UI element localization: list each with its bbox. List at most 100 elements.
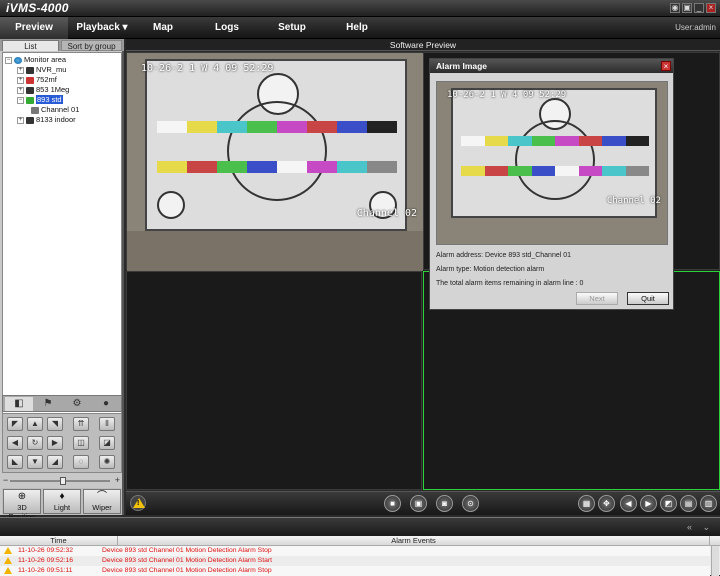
camera-feed: 10-26-2 1 W 4 09 52:29 Channel 02	[127, 53, 423, 271]
color-adjust-icon[interactable]: ●	[92, 397, 120, 411]
tab-list[interactable]: List	[2, 40, 59, 51]
tree-item-channel[interactable]: Channel 01	[31, 105, 79, 115]
3d-position-icon: ⊕	[17, 491, 27, 502]
minimize-icon[interactable]: _	[694, 3, 704, 13]
menu-map[interactable]: Map	[136, 17, 190, 39]
table-row[interactable]: 11-10-26 09:52:16 Device 893 std Channel…	[0, 556, 710, 566]
tree-item-device[interactable]: +752mf	[17, 75, 57, 85]
events-scrollbar[interactable]	[711, 546, 719, 576]
table-row[interactable]: 11-10-26 09:52:32 Device 893 std Channel…	[0, 546, 710, 556]
collapse-icon[interactable]: −	[5, 56, 12, 64]
alarm-warning-icon[interactable]: !	[130, 495, 146, 511]
menu-preview[interactable]: Preview	[0, 17, 68, 39]
alarm-type: Alarm type: Motion detection alarm	[436, 266, 545, 273]
chart-colorbars	[461, 136, 649, 146]
print-icon[interactable]: ▥	[700, 495, 717, 512]
up-icon[interactable]: ▲	[27, 417, 43, 431]
zoom-in-icon[interactable]: ⇈	[73, 417, 89, 431]
chart-circle	[157, 191, 185, 219]
next-icon[interactable]: ▶	[640, 495, 657, 512]
user-icon[interactable]: ◉	[670, 3, 680, 13]
iris-icon[interactable]: ✺	[99, 455, 115, 469]
minus-icon[interactable]: −	[3, 475, 8, 485]
expand-icon[interactable]: +	[17, 86, 24, 94]
iris-close-icon[interactable]: ◌	[73, 455, 89, 469]
tree-item-device-selected[interactable]: −893 std	[17, 95, 63, 105]
ptz-speed-slider[interactable]: − +	[2, 475, 122, 487]
preview-toolbar: ! ■ ▣ ◙ ⊙ ▦ ✥ ◀ ▶ ◩ ▤ ▥	[126, 491, 720, 515]
record-icon[interactable]: ▣	[410, 495, 427, 512]
cycle-icon[interactable]: ◩	[660, 495, 677, 512]
test-chart-image	[145, 59, 407, 231]
column-alarm-events[interactable]: Alarm Events	[118, 536, 710, 546]
tree-item-device[interactable]: + NVR_mu	[17, 65, 66, 75]
focus-far-icon[interactable]: ◫	[73, 436, 89, 450]
expand-icon[interactable]: +	[17, 76, 24, 84]
stop-preview-icon[interactable]: ■	[384, 495, 401, 512]
dialog-title: Alarm Image	[430, 59, 673, 73]
close-icon[interactable]: ×	[706, 3, 716, 13]
collapse-down-icon[interactable]: ⌄	[702, 522, 710, 533]
slider-handle[interactable]	[60, 477, 66, 485]
light-icon: ♦	[59, 491, 65, 502]
window-icon[interactable]: ▤	[680, 495, 697, 512]
expand-icon[interactable]: +	[17, 116, 24, 124]
menu-help[interactable]: Help	[330, 17, 384, 39]
chart-colorbars	[157, 161, 397, 173]
auto-icon[interactable]: ↻	[27, 436, 43, 450]
tab-sort-by-group[interactable]: Sort by group	[61, 40, 122, 51]
video-pane-3[interactable]	[126, 271, 422, 490]
wiper-icon: ⌒	[97, 491, 107, 502]
device-icon	[26, 86, 34, 94]
video-pane-1[interactable]: 10-26-2 1 W 4 09 52:29 Channel 02	[126, 52, 423, 271]
lock-icon[interactable]: ▣	[682, 3, 692, 13]
title-bar: iVMS-4000 ◉ ▣ _ ×	[0, 0, 720, 17]
tree-item-device[interactable]: +853 1Meg	[17, 85, 69, 95]
expand-icon[interactable]: +	[17, 66, 24, 74]
menu-playback[interactable]: Playback ▾	[68, 17, 136, 39]
warning-icon	[4, 557, 12, 564]
menu-logs[interactable]: Logs	[200, 17, 254, 39]
menu-setup[interactable]: Setup	[265, 17, 319, 39]
tree-item-monitor-area[interactable]: − Monitor area	[5, 55, 66, 65]
focus-near-icon[interactable]: ⦀	[99, 417, 115, 431]
previous-icon[interactable]: ◀	[620, 495, 637, 512]
events-table-header: Time Alarm Events	[0, 536, 720, 546]
plus-icon[interactable]: +	[115, 475, 120, 485]
collapse-left-icon[interactable]: «	[687, 522, 692, 532]
app-title: iVMS-4000	[6, 1, 69, 15]
3d-position-button[interactable]: ⊕3D Position	[3, 489, 41, 521]
ptz-control-icon[interactable]: ◧	[5, 397, 33, 411]
next-button[interactable]: Next	[576, 292, 618, 305]
warning-icon	[4, 567, 12, 574]
left-panel: List Sort by group − Monitor area + NVR_mu…	[0, 39, 124, 521]
up-right-icon[interactable]: ◥	[47, 417, 63, 431]
camera-icon	[31, 106, 39, 114]
ptz-function-buttons: ⊕3D Position ♦Light ⌒Wiper	[2, 488, 122, 521]
iris-open-icon[interactable]: ◪	[99, 436, 115, 450]
collapse-icon[interactable]: −	[17, 96, 24, 104]
down-left-icon[interactable]: ◣	[7, 455, 23, 469]
down-right-icon[interactable]: ◢	[47, 455, 63, 469]
up-left-icon[interactable]: ◤	[7, 417, 23, 431]
tree-item-device[interactable]: +8133 indoor	[17, 115, 76, 125]
layout-icon[interactable]: ▦	[578, 495, 595, 512]
chart-ring	[227, 101, 327, 201]
column-time[interactable]: Time	[0, 536, 118, 546]
fullscreen-icon[interactable]: ✥	[598, 495, 615, 512]
right-icon[interactable]: ▶	[47, 436, 63, 450]
left-icon[interactable]: ◀	[7, 436, 23, 450]
digital-zoom-icon[interactable]: ⊙	[462, 495, 479, 512]
preset-icon[interactable]: ⚑	[34, 397, 62, 411]
down-icon[interactable]: ▼	[27, 455, 43, 469]
wiper-button[interactable]: ⌒ Wiper	[83, 489, 121, 514]
patrol-icon[interactable]: ⚙	[63, 397, 91, 411]
light-button[interactable]: ♦ Light	[43, 489, 81, 514]
events-toolbar: « ⌄	[0, 518, 720, 536]
warning-icon	[4, 547, 12, 554]
close-icon[interactable]: ×	[661, 61, 671, 71]
quit-button[interactable]: Quit	[627, 292, 669, 305]
capture-icon[interactable]: ◙	[436, 495, 453, 512]
alarm-image-dialog: Alarm Image × 10-26-2 1 W 4 09 52:29 Cha…	[429, 58, 674, 310]
device-icon	[26, 76, 34, 84]
